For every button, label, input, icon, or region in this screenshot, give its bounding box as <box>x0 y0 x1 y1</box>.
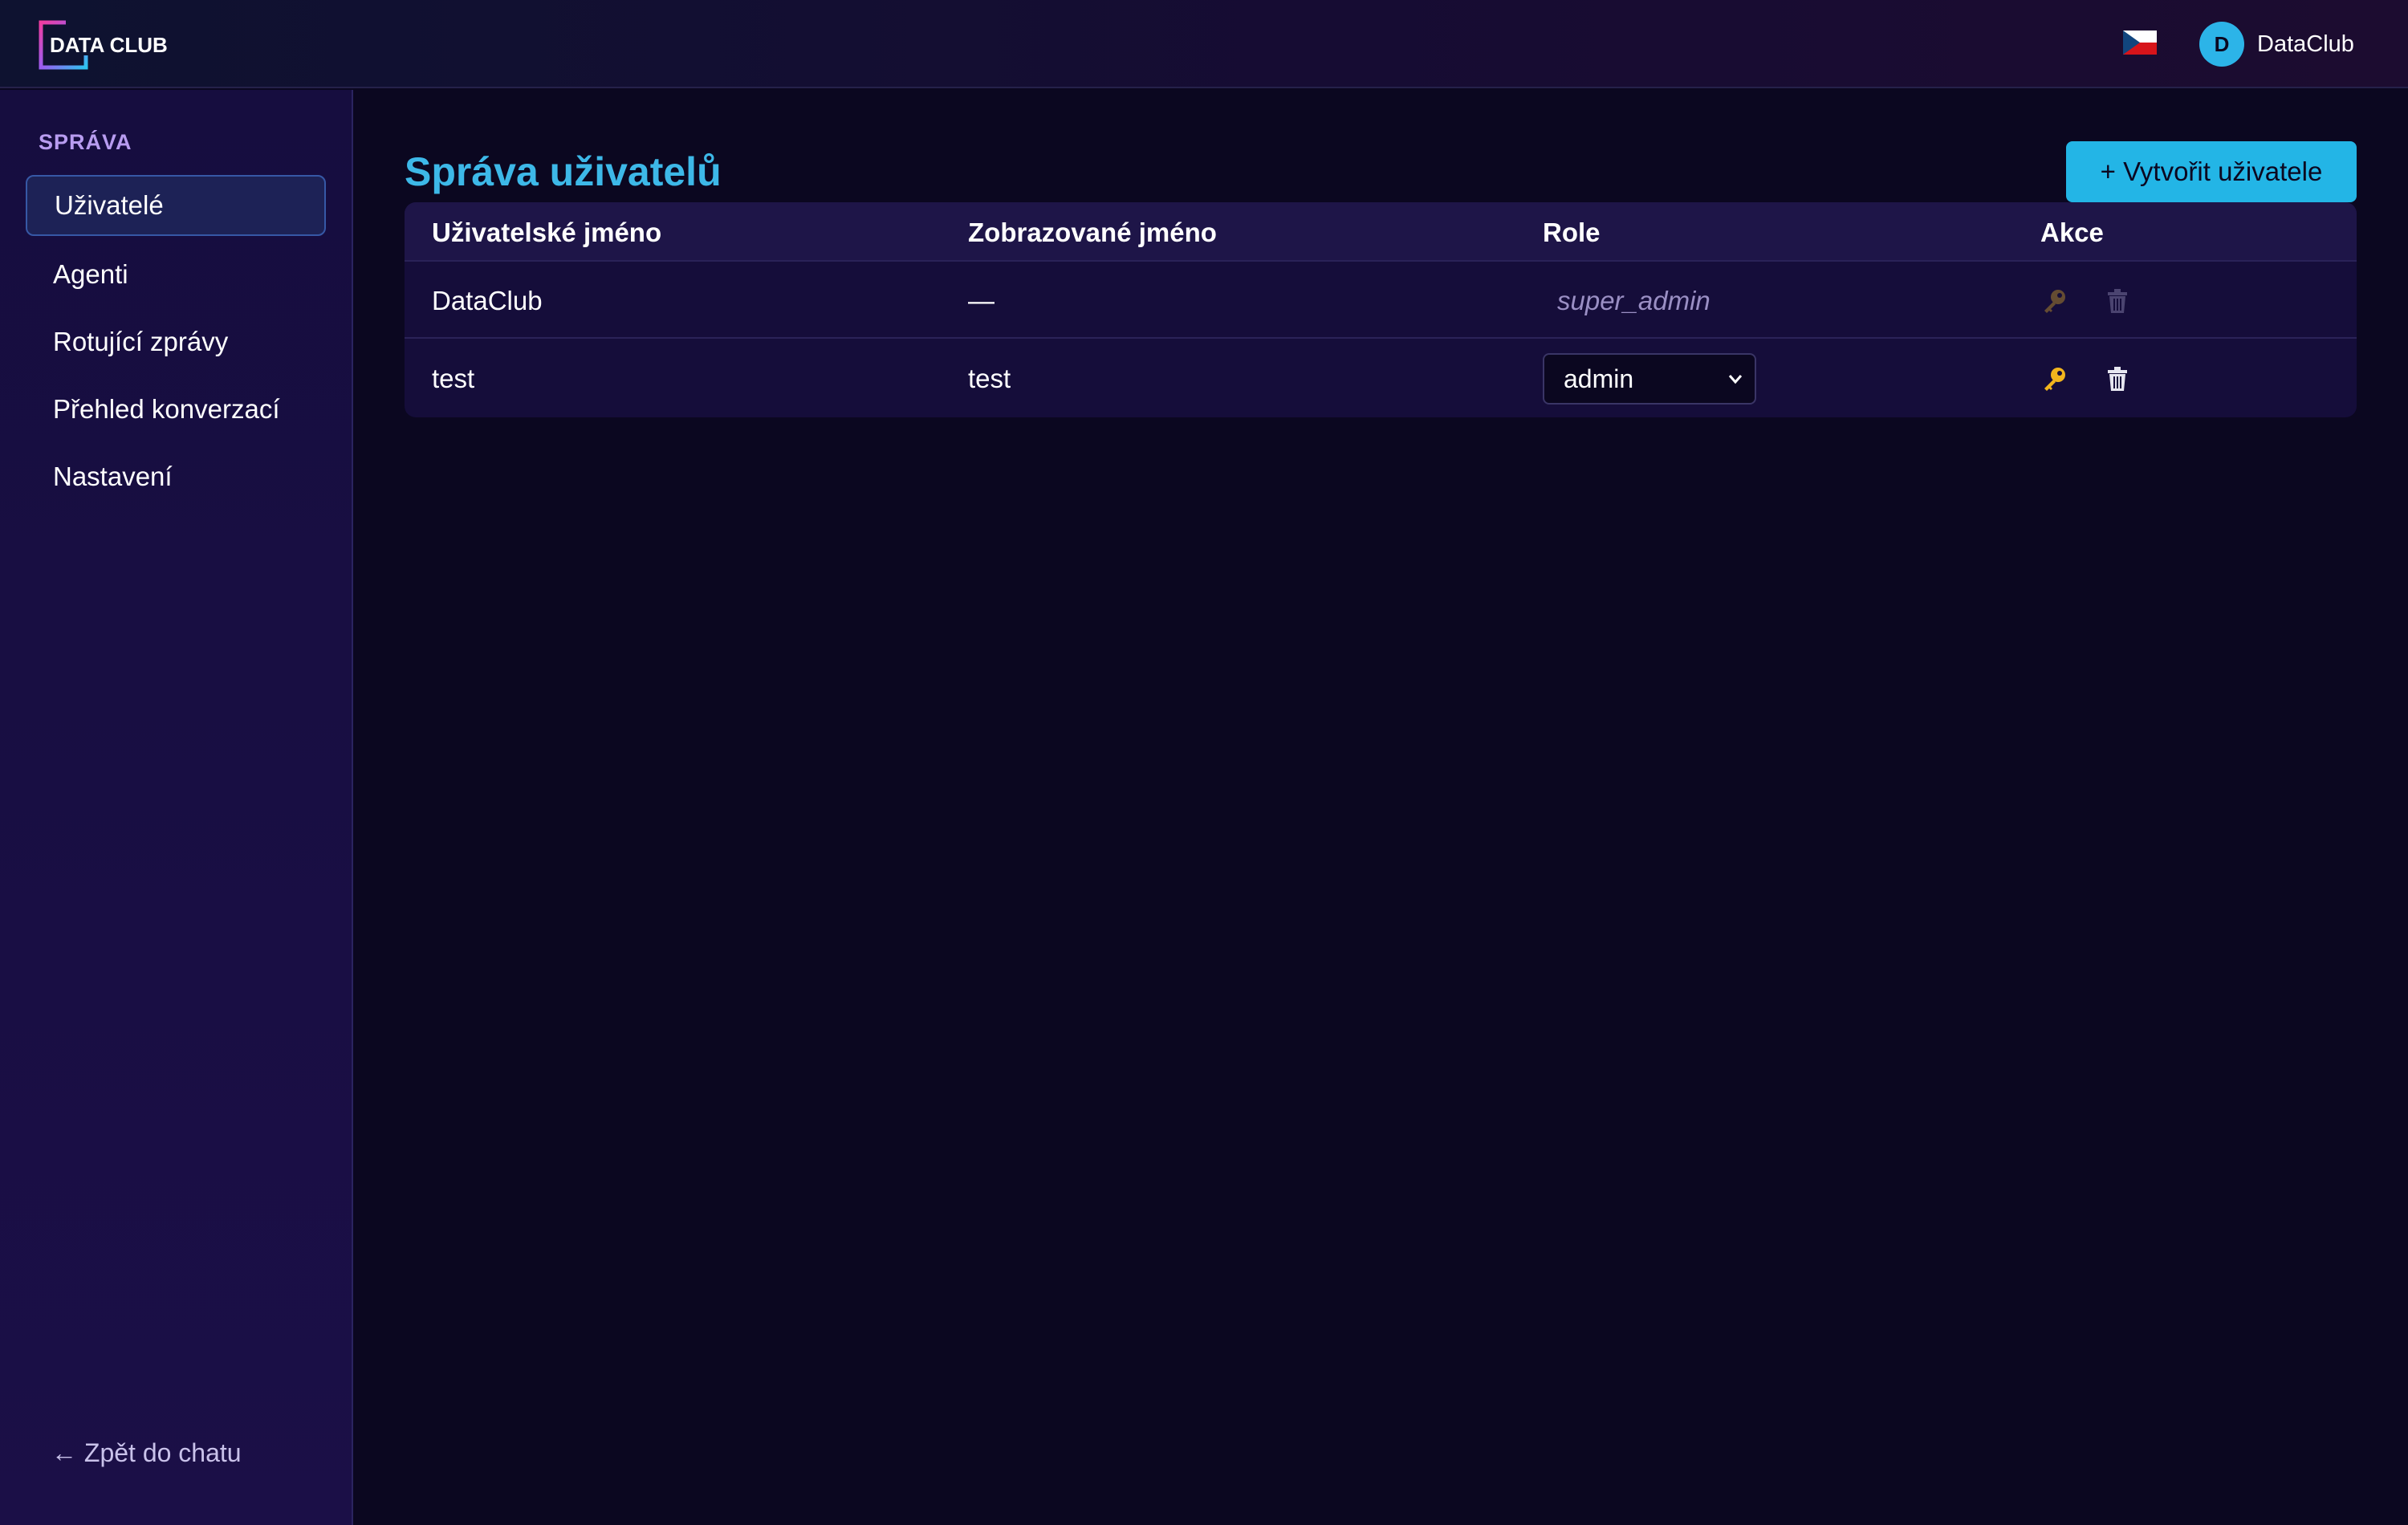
sidebar-item-label: Nastavení <box>53 462 173 491</box>
sidebar-item-rotating-messages[interactable]: Rotující zprávy <box>26 311 326 372</box>
users-table: Uživatelské jméno Zobrazované jméno Role… <box>405 202 2357 417</box>
sidebar-item-label: Přehled konverzací <box>53 394 280 424</box>
cell-display-name: test <box>968 364 1011 393</box>
column-header-username: Uživatelské jméno <box>432 218 662 247</box>
reset-password-key-icon[interactable] <box>2037 361 2072 396</box>
sidebar-item-label: Agenti <box>53 259 128 289</box>
cell-role: super_admin <box>1557 286 1710 315</box>
sidebar-item-label: Rotující zprávy <box>53 327 229 356</box>
sidebar-item-label: Uživatelé <box>55 190 164 220</box>
table-row: DataClub — super_admin <box>405 263 2357 339</box>
top-bar: DATA CLUB D DataClub <box>0 0 2408 88</box>
sidebar-item-agents[interactable]: Agenti <box>26 244 326 305</box>
cell-username: test <box>432 364 475 393</box>
column-header-actions: Akce <box>2040 218 2104 247</box>
sidebar: SPRÁVA Uživatelé Agenti Rotující zprávy … <box>0 90 353 1525</box>
user-name[interactable]: DataClub <box>2257 28 2354 60</box>
sidebar-item-settings[interactable]: Nastavení <box>26 446 326 507</box>
delete-trash-icon <box>2100 283 2135 319</box>
table-row: test test admin <box>405 340 2357 417</box>
sidebar-section-heading: SPRÁVA <box>39 130 132 154</box>
czech-flag-icon[interactable] <box>2123 31 2157 55</box>
sidebar-item-users[interactable]: Uživatelé <box>26 175 326 236</box>
cell-display-name: — <box>968 286 995 315</box>
role-select-value: admin <box>1564 364 1634 393</box>
create-user-button[interactable]: + Vytvořit uživatele <box>2066 141 2357 202</box>
sidebar-item-conversations-overview[interactable]: Přehled konverzací <box>26 379 326 440</box>
delete-trash-icon[interactable] <box>2100 361 2135 396</box>
avatar[interactable]: D <box>2199 22 2244 67</box>
page-title: Správa uživatelů <box>405 149 722 194</box>
role-select[interactable]: admin <box>1543 353 1756 405</box>
table-header: Uživatelské jméno Zobrazované jméno Role… <box>405 202 2357 262</box>
back-to-chat-link[interactable]: ← Zpět do chatu <box>51 1438 242 1468</box>
logo[interactable]: DATA CLUB <box>39 20 168 70</box>
column-header-display-name: Zobrazované jméno <box>968 218 1217 247</box>
cell-username: DataClub <box>432 286 543 315</box>
column-header-role: Role <box>1543 218 1601 247</box>
reset-password-key-icon <box>2037 283 2072 319</box>
logo-text: DATA CLUB <box>50 32 168 57</box>
chevron-down-icon <box>1728 375 1743 384</box>
